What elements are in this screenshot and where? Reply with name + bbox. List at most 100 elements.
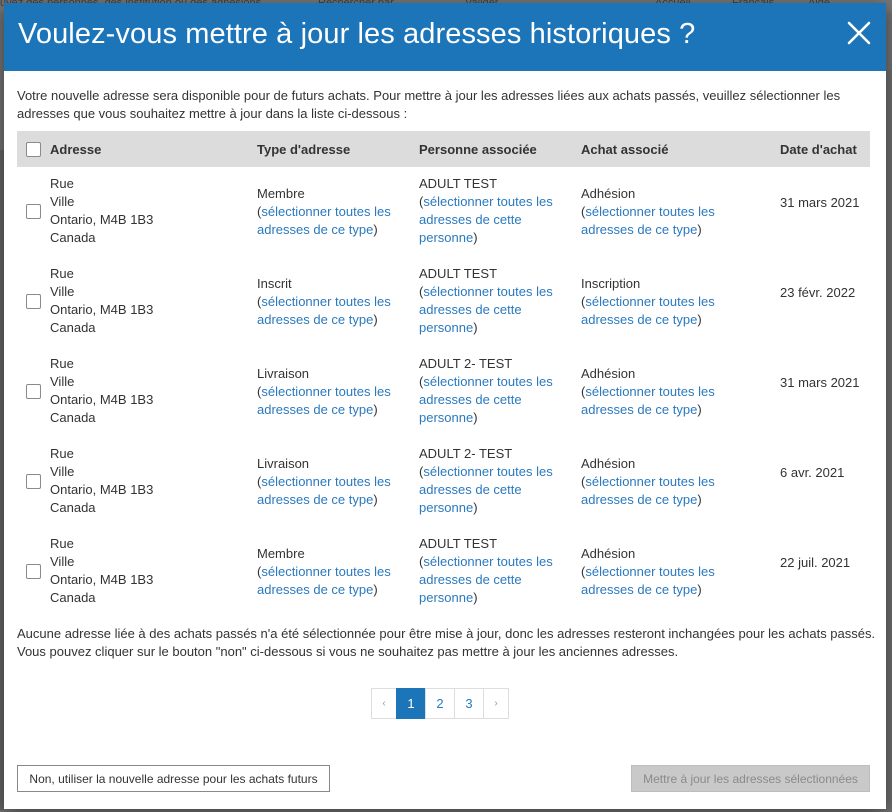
address-line: Canada [50,230,96,245]
address-line: Canada [50,590,96,605]
address-type-value: Livraison [257,456,310,471]
column-header-type: Type d'adresse [257,142,351,157]
associated-purchase-cell: Adhésion (sélectionner toutes les adresse… [581,186,715,237]
select-all-by-type-link[interactable]: sélectionner toutes les adresses de ce t… [581,204,715,237]
associated-purchase-value: Adhésion [581,186,636,201]
associated-purchase-cell: Adhésion (sélectionner toutes les adresse… [581,366,715,417]
update-selected-addresses-button[interactable]: Mettre à jour les adresses sélectionnées [631,765,870,792]
select-all-by-person-link[interactable]: sélectionner toutes les adresses de cett… [419,284,553,335]
purchase-date-cell: 6 avr. 2021 [780,465,845,480]
address-line: Rue [50,356,74,371]
pagination-page-button[interactable]: 1 [396,688,426,719]
associated-purchase-cell: Inscription (sélectionner toutes les adre… [581,276,715,327]
row-select-checkbox[interactable] [26,204,41,219]
address-cell: Rue Ville Ontario, M4B 1B3 Canada [50,355,250,427]
address-line: Rue [50,266,74,281]
table-header: Adresse Type d'adresse Personne associée… [17,131,870,167]
row-select-checkbox[interactable] [26,564,41,579]
address-line: Ontario, M4B 1B3 [50,302,154,317]
select-all-by-person-link[interactable]: sélectionner toutes les adresses de cett… [419,194,553,245]
associated-person-value: ADULT 2- TEST [419,446,513,461]
pagination-page-button[interactable]: 3 [454,688,484,719]
dialog-intro-text: Votre nouvelle adresse sera disponible p… [17,88,841,121]
pagination-page-button[interactable]: 2 [425,688,455,719]
select-all-by-person-link[interactable]: sélectionner toutes les adresses de cett… [419,554,553,605]
row-select-checkbox[interactable] [26,474,41,489]
column-header-person: Personne associée [419,142,537,157]
column-header-address: Adresse [50,142,102,157]
keep-old-addresses-button[interactable]: Non, utiliser la nouvelle adresse pour l… [17,765,330,792]
address-type-cell: Membre (sélectionner toutes les adresses … [257,546,391,597]
select-all-by-type-link[interactable]: sélectionner toutes les adresses de ce t… [581,384,715,417]
select-all-by-type-link[interactable]: sélectionner toutes les adresses de ce t… [257,474,391,507]
associated-purchase-cell: Adhésion (sélectionner toutes les adresse… [581,456,715,507]
associated-person-cell: ADULT TEST (sélectionner toutes les adres… [419,176,553,245]
address-line: Rue [50,446,74,461]
no-selection-note: Aucune adresse liée à des achats passés … [17,626,876,659]
address-type-value: Inscrit [257,276,292,291]
associated-purchase-value: Adhésion [581,546,636,561]
address-type-value: Membre [257,546,305,561]
select-all-by-type-link[interactable]: sélectionner toutes les adresses de ce t… [581,564,715,597]
address-line: Ville [50,194,75,209]
select-all-checkbox[interactable] [26,142,41,157]
associated-person-cell: ADULT 2- TEST (sélectionner toutes les ad… [419,356,553,425]
pagination-next-button[interactable]: › [483,688,509,719]
row-select-checkbox[interactable] [26,294,41,309]
associated-person-cell: ADULT TEST (sélectionner toutes les adres… [419,536,553,605]
associated-person-value: ADULT TEST [419,176,498,191]
dialog-title: Voulez-vous mettre à jour les adresses h… [18,18,696,50]
table-row: Rue Ville Ontario, M4B 1B3 Canada Membre (sél… [17,167,870,257]
address-line: Canada [50,410,96,425]
update-addresses-dialog: Voulez-vous mettre à jour les adresses h… [4,3,886,809]
associated-person-value: ADULT TEST [419,266,498,281]
purchase-date-cell: 31 mars 2021 [780,375,860,390]
address-cell: Rue Ville Ontario, M4B 1B3 Canada [50,175,250,247]
table-row: Rue Ville Ontario, M4B 1B3 Canada Livraison(… [17,437,870,527]
address-line: Canada [50,320,96,335]
select-all-by-type-link[interactable]: sélectionner toutes les adresses de ce t… [581,474,715,507]
select-all-by-person-link[interactable]: sélectionner toutes les adresses de cett… [419,464,553,515]
table-row: Rue Ville Ontario, M4B 1B3 Canada Livraison(… [17,347,870,437]
associated-purchase-value: Adhésion [581,366,636,381]
table-row: Rue Ville Ontario, M4B 1B3 Canada Membre (sél… [17,527,870,617]
address-line: Ontario, M4B 1B3 [50,482,154,497]
pagination-prev-button[interactable]: ‹ [371,688,397,719]
address-line: Ville [50,464,75,479]
address-line: Ontario, M4B 1B3 [50,212,154,227]
table-body: Rue Ville Ontario, M4B 1B3 Canada Membre (sél… [17,167,870,617]
address-line: Canada [50,500,96,515]
address-line: Ontario, M4B 1B3 [50,392,154,407]
close-icon[interactable] [846,20,872,46]
address-line: Rue [50,176,74,191]
address-cell: Rue Ville Ontario, M4B 1B3 Canada [50,265,250,337]
address-cell: Rue Ville Ontario, M4B 1B3 Canada [50,535,250,607]
associated-person-cell: ADULT TEST (sélectionner toutes les adres… [419,266,553,335]
purchase-date-cell: 23 févr. 2022 [780,285,856,300]
select-all-by-person-link[interactable]: sélectionner toutes les adresses de cett… [419,374,553,425]
row-select-checkbox[interactable] [26,384,41,399]
address-cell: Rue Ville Ontario, M4B 1B3 Canada [50,445,250,517]
address-type-value: Membre [257,186,305,201]
address-line: Rue [50,536,74,551]
select-all-by-type-link[interactable]: sélectionner toutes les adresses de ce t… [581,294,715,327]
dialog-header: Voulez-vous mettre à jour les adresses h… [4,3,886,71]
select-all-by-type-link[interactable]: sélectionner toutes les adresses de ce t… [257,294,391,327]
purchase-date-cell: 31 mars 2021 [780,195,860,210]
associated-person-value: ADULT TEST [419,536,498,551]
address-type-cell: Membre (sélectionner toutes les adresses … [257,186,391,237]
address-type-cell: Livraison (sélectionner toutes les adress… [257,456,391,507]
associated-purchase-value: Inscription [581,276,641,291]
select-all-by-type-link[interactable]: sélectionner toutes les adresses de ce t… [257,564,391,597]
purchase-date-cell: 22 juil. 2021 [780,555,851,570]
select-all-by-type-link[interactable]: sélectionner toutes les adresses de ce t… [257,384,391,417]
address-line: Ville [50,554,75,569]
column-header-date: Date d'achat [780,142,857,157]
address-line: Ville [50,374,75,389]
address-line: Ontario, M4B 1B3 [50,572,154,587]
select-all-by-type-link[interactable]: sélectionner toutes les adresses de ce t… [257,204,391,237]
address-type-value: Livraison [257,366,310,381]
pagination: ‹ 1 2 3 › [371,688,509,719]
associated-purchase-value: Adhésion [581,456,636,471]
associated-person-cell: ADULT 2- TEST (sélectionner toutes les ad… [419,446,553,515]
